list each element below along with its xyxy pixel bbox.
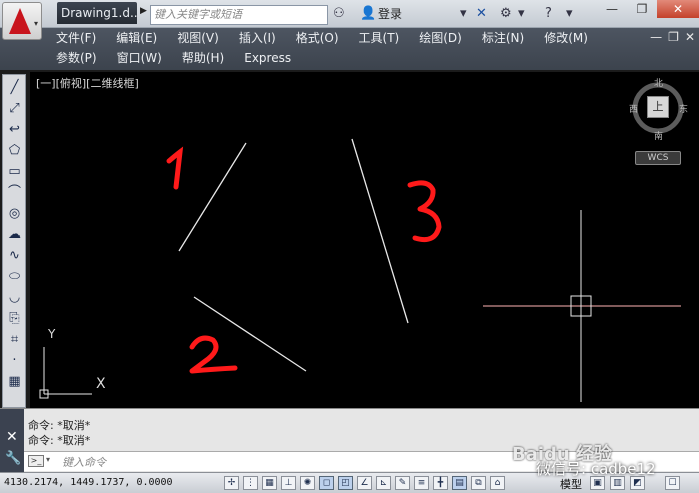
menu-format[interactable]: 格式(O) [286,29,349,49]
menu-draw[interactable]: 绘图(D) [409,29,472,49]
grid-display-icon[interactable]: ▦ [262,476,277,490]
doc-restore-icon[interactable]: ❐ [668,30,679,44]
ucs-y-label: Y [48,327,56,341]
login-link[interactable]: 登录 [378,5,402,23]
menu-express[interactable]: Express [234,49,301,69]
title-bar: ▾ Drawing1.d... ▶ 键入关键字或短语 ⚇ 👤 登录 ▾ ✕ ⚙ … [0,0,699,40]
drawing-svg [39,82,684,402]
close-icon[interactable]: ✕ [657,0,699,18]
menu-parametric[interactable]: 参数(P) [46,49,107,69]
ellipse-icon[interactable]: ⬭ [5,267,24,286]
play-arrow-icon[interactable]: ▶ [140,6,147,16]
polygon-icon[interactable]: ⬠ [5,141,24,160]
chevron-down-icon[interactable]: ▾ [566,5,573,23]
insert-block-icon[interactable]: ⎘ [5,309,24,328]
close-icon[interactable]: ✕ [6,429,18,445]
revision-cloud-icon[interactable]: ☁ [5,225,24,244]
lineweight-icon[interactable]: ≡ [414,476,429,490]
object-snap-icon[interactable]: ◻ [319,476,334,490]
circle-icon[interactable]: ◎ [5,204,24,223]
menu-edit[interactable]: 编辑(E) [106,29,167,49]
wcs-menu-button[interactable]: WCS [635,151,681,165]
application-menu-button[interactable]: ▾ [2,2,42,40]
coordinates-readout[interactable]: 4130.2174, 1449.1737, 0.0000 [4,477,173,488]
chevron-down-icon[interactable]: ▾ [460,5,467,23]
dynamic-input-icon[interactable]: ✎ [395,476,410,490]
menu-file[interactable]: 文件(F) [46,29,106,49]
annotation-number-2 [189,335,238,374]
binoculars-icon[interactable]: ⚇ [333,5,345,23]
user-icon[interactable]: 👤 [360,5,376,23]
annotation-number-1 [166,146,184,190]
annotation-number-3 [407,180,442,243]
snap-mode-icon[interactable]: ⋮ [243,476,258,490]
selection-cycling-icon[interactable]: ⧉ [471,476,486,490]
line-tool-icon[interactable]: ╱ [5,78,24,97]
drawn-line-1[interactable] [178,142,247,252]
allow-ucs-icon[interactable]: ⊾ [376,476,391,490]
viewport-controls-label[interactable]: [一][俯视][二维线框] [36,75,139,91]
menu-insert[interactable]: 插入(I) [229,29,286,49]
autocad-window: ▾ Drawing1.d... ▶ 键入关键字或短语 ⚇ 👤 登录 ▾ ✕ ⚙ … [0,0,699,493]
minimize-icon[interactable]: — [597,0,627,18]
autocad-logo-icon [9,8,31,34]
menu-row-1: 文件(F) 编辑(E) 视图(V) 插入(I) 格式(O) 工具(T) 绘图(D… [46,29,598,49]
draw-toolbar: ╱ ⤢ ↩ ⬠ ▭ ⌒ ◎ ☁ ∿ ⬭ ◡ ⎘ ⌗ · ▦ [2,74,26,408]
arc-icon[interactable]: ⌒ [5,183,24,202]
command-input[interactable]: 键入命令 [62,454,106,470]
command-history-line: 命令: *取消* [28,419,91,432]
menu-modify[interactable]: 修改(M) [534,29,598,49]
exchange-icon[interactable]: ✕ [476,5,487,23]
command-history-line: 命令: *取消* [28,434,91,447]
chevron-down-icon[interactable]: ▾ [518,5,525,23]
hatch-icon[interactable]: ▦ [5,372,24,391]
doc-minimize-icon[interactable]: — [650,30,662,44]
window-controls: — ❐ ✕ [597,0,699,20]
annotation-monitor-icon[interactable]: ⌂ [490,476,505,490]
viewcube-top-face[interactable]: 上 [647,96,669,118]
make-block-icon[interactable]: ⌗ [5,330,24,349]
quick-properties-icon[interactable]: ▤ [452,476,467,490]
help-icon[interactable]: ? [545,5,552,23]
menu-window[interactable]: 窗口(W) [107,49,172,69]
doc-close-icon[interactable]: ✕ [685,30,695,44]
infer-constraints-icon[interactable]: ✢ [224,476,239,490]
wrench-icon[interactable]: 🔧 [5,451,21,466]
autodesk-360-icon[interactable]: ⚙ [500,5,512,23]
menu-tools[interactable]: 工具(T) [349,29,410,49]
rectangle-icon[interactable]: ▭ [5,162,24,181]
document-window-controls: — ❐ ✕ [650,30,695,44]
construction-line-icon[interactable]: ⤢ [5,99,24,118]
compass-north[interactable]: 北 [654,76,663,89]
menu-row-2: 参数(P) 窗口(W) 帮助(H) Express [46,49,301,69]
command-window-handle: ✕ 🔧 [0,409,24,473]
menu-view[interactable]: 视图(V) [167,29,229,49]
wechat-watermark: 微信号: cadbe12 [536,460,656,478]
menu-dimension[interactable]: 标注(N) [472,29,534,49]
ucs-x-label: X [96,376,106,392]
menu-bar: 文件(F) 编辑(E) 视图(V) 插入(I) 格式(O) 工具(T) 绘图(D… [0,28,699,70]
search-input[interactable]: 键入关键字或短语 [150,5,328,25]
object-snap-tracking-icon[interactable]: ∠ [357,476,372,490]
compass-south[interactable]: 南 [654,129,663,142]
restore-icon[interactable]: ❐ [627,0,657,18]
menu-help[interactable]: 帮助(H) [172,49,234,69]
workspace-switch-icon[interactable]: ☐ [665,476,680,490]
transparency-icon[interactable]: ╋ [433,476,448,490]
spline-icon[interactable]: ∿ [5,246,24,265]
ellipse-arc-icon[interactable]: ◡ [5,288,24,307]
point-icon[interactable]: · [5,351,24,370]
polar-tracking-icon[interactable]: ✺ [300,476,315,490]
drawn-line-3[interactable] [351,138,409,324]
chevron-down-icon: ▾ [33,19,38,28]
polyline-icon[interactable]: ↩ [5,120,24,139]
ortho-mode-icon[interactable]: ⊥ [281,476,296,490]
compass-east[interactable]: 东 [679,102,688,115]
command-prompt-icon[interactable]: >_ [28,455,44,467]
compass-west[interactable]: 西 [629,102,638,115]
3d-object-snap-icon[interactable]: ◰ [338,476,353,490]
drawing-canvas[interactable]: [一][俯视][二维线框] 上 北 南 东 西 WCS Y X [30,72,699,408]
document-title[interactable]: Drawing1.d... [57,2,137,24]
chevron-down-icon[interactable]: ▾ [46,455,50,464]
